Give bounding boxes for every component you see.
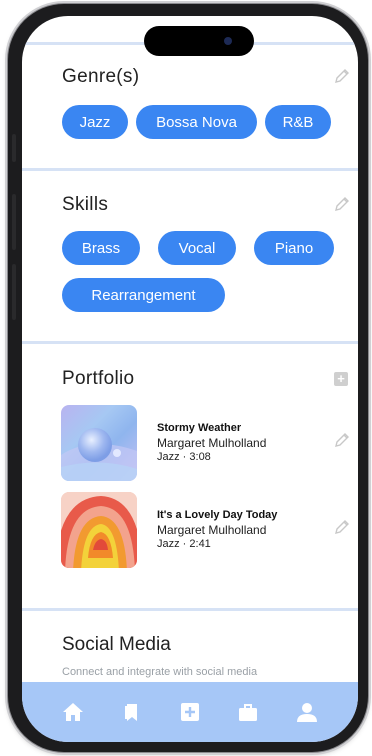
genre-chip-bossa-nova[interactable]: Bossa Nova xyxy=(136,105,257,139)
genre-chip-jazz[interactable]: Jazz xyxy=(62,105,128,139)
volume-down-button xyxy=(12,264,16,320)
portfolio-title: Portfolio xyxy=(62,368,135,389)
track-meta: Jazz · 3:08 xyxy=(157,451,211,463)
divider xyxy=(22,608,358,611)
plus-square-icon[interactable] xyxy=(178,700,202,724)
skill-chip-rearrangement[interactable]: Rearrangement xyxy=(62,278,225,312)
social-media-subtitle: Connect and integrate with social media xyxy=(62,666,258,678)
genre-chip-rnb[interactable]: R&B xyxy=(265,105,331,139)
edit-track-icon[interactable] xyxy=(334,432,350,448)
track-meta: Jazz · 2:41 xyxy=(157,538,211,550)
edit-track-icon[interactable] xyxy=(334,519,350,535)
edit-genres-icon[interactable] xyxy=(334,68,350,84)
screen: Genre(s) Jazz Bossa Nova R&B Skills Bras… xyxy=(22,16,358,742)
skill-chip-vocal[interactable]: Vocal xyxy=(158,231,236,265)
bottom-nav xyxy=(22,682,358,742)
track-title[interactable]: It's a Lovely Day Today xyxy=(157,509,277,521)
dynamic-island xyxy=(144,26,254,56)
track-artwork[interactable] xyxy=(61,405,137,481)
profile-icon[interactable] xyxy=(295,700,319,724)
briefcase-icon[interactable] xyxy=(236,700,260,724)
divider xyxy=(22,341,358,344)
track-artwork[interactable] xyxy=(61,492,137,568)
genres-title: Genre(s) xyxy=(62,66,140,87)
mute-switch xyxy=(12,134,16,162)
volume-up-button xyxy=(12,194,16,250)
track-artist: Margaret Mulholland xyxy=(157,436,267,450)
skill-chip-brass[interactable]: Brass xyxy=(62,231,140,265)
track-artist: Margaret Mulholland xyxy=(157,523,267,537)
home-icon[interactable] xyxy=(61,700,85,724)
divider xyxy=(22,168,358,171)
skill-chip-piano[interactable]: Piano xyxy=(254,231,334,265)
add-portfolio-icon[interactable]: + xyxy=(334,372,348,386)
skills-title: Skills xyxy=(62,194,109,215)
bookmark-icon[interactable] xyxy=(120,700,144,724)
track-title[interactable]: Stormy Weather xyxy=(157,422,241,434)
social-media-title: Social Media xyxy=(62,634,171,655)
camera-icon xyxy=(224,37,232,45)
edit-skills-icon[interactable] xyxy=(334,196,350,212)
